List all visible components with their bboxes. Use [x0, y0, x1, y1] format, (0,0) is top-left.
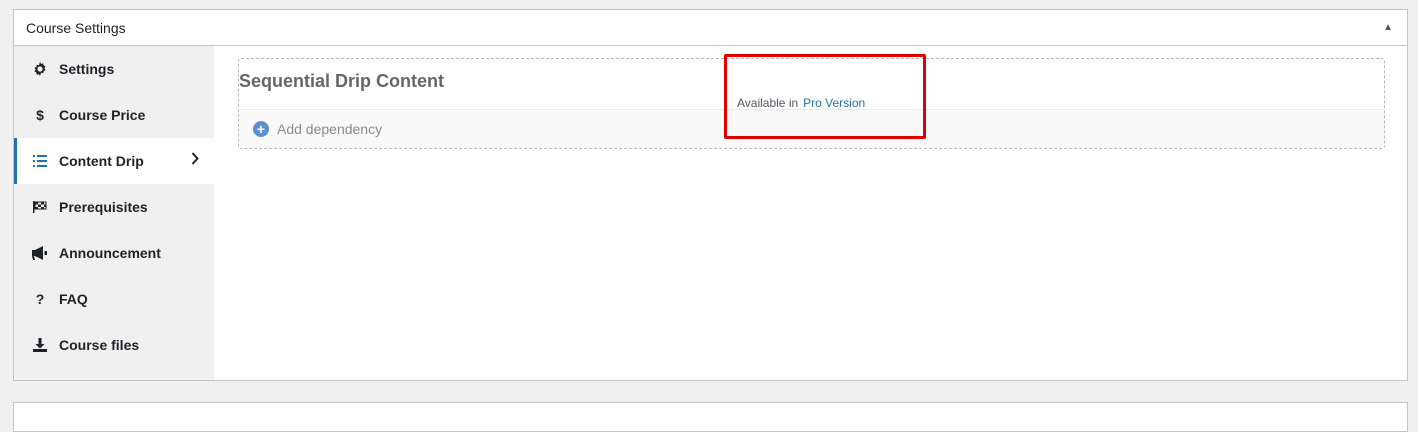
- list-icon: [32, 155, 48, 167]
- tab-label: Prerequisites: [59, 199, 148, 215]
- panel-title: Course Settings: [26, 19, 126, 36]
- panel-header[interactable]: Course Settings ▲: [14, 10, 1407, 46]
- add-dependency-button[interactable]: + Add dependency: [253, 121, 382, 137]
- tab-prerequisites[interactable]: Prerequisites: [14, 184, 214, 230]
- tab-announcement[interactable]: Announcement: [14, 230, 214, 276]
- dollar-icon: $: [36, 107, 44, 123]
- gear-icon: [32, 62, 48, 76]
- tab-faq[interactable]: ? FAQ: [14, 276, 214, 322]
- course-settings-panel: Course Settings ▲ Settings $ Course Pric…: [13, 9, 1408, 381]
- tab-label: Course Price: [59, 107, 146, 123]
- tab-course-files[interactable]: Course files: [14, 322, 214, 368]
- tab-label: Content Drip: [59, 153, 144, 169]
- tab-label: FAQ: [59, 291, 88, 307]
- tab-label: Course files: [59, 337, 140, 353]
- checkered-flag-icon: [32, 201, 48, 213]
- tab-content-drip[interactable]: Content Drip: [14, 138, 214, 184]
- tab-settings[interactable]: Settings: [14, 46, 214, 92]
- panel-body: Settings $ Course Price Content Drip Pre…: [14, 46, 1407, 380]
- question-icon: ?: [35, 291, 45, 307]
- tab-label: Settings: [59, 61, 115, 77]
- highlight-annotation: [724, 54, 926, 139]
- tab-label: Announcement: [59, 245, 161, 261]
- next-panel: [13, 402, 1408, 432]
- download-icon: [32, 338, 48, 352]
- collapse-toggle-icon[interactable]: ▲: [1383, 22, 1395, 33]
- megaphone-icon: [32, 246, 48, 260]
- add-dependency-label: Add dependency: [277, 121, 383, 137]
- tab-course-price[interactable]: $ Course Price: [14, 92, 214, 138]
- chevron-right-icon: [191, 152, 200, 170]
- settings-tabs: Settings $ Course Price Content Drip Pre…: [14, 46, 214, 380]
- plus-circle-icon: +: [253, 121, 269, 137]
- drip-title: Sequential Drip Content: [239, 71, 445, 91]
